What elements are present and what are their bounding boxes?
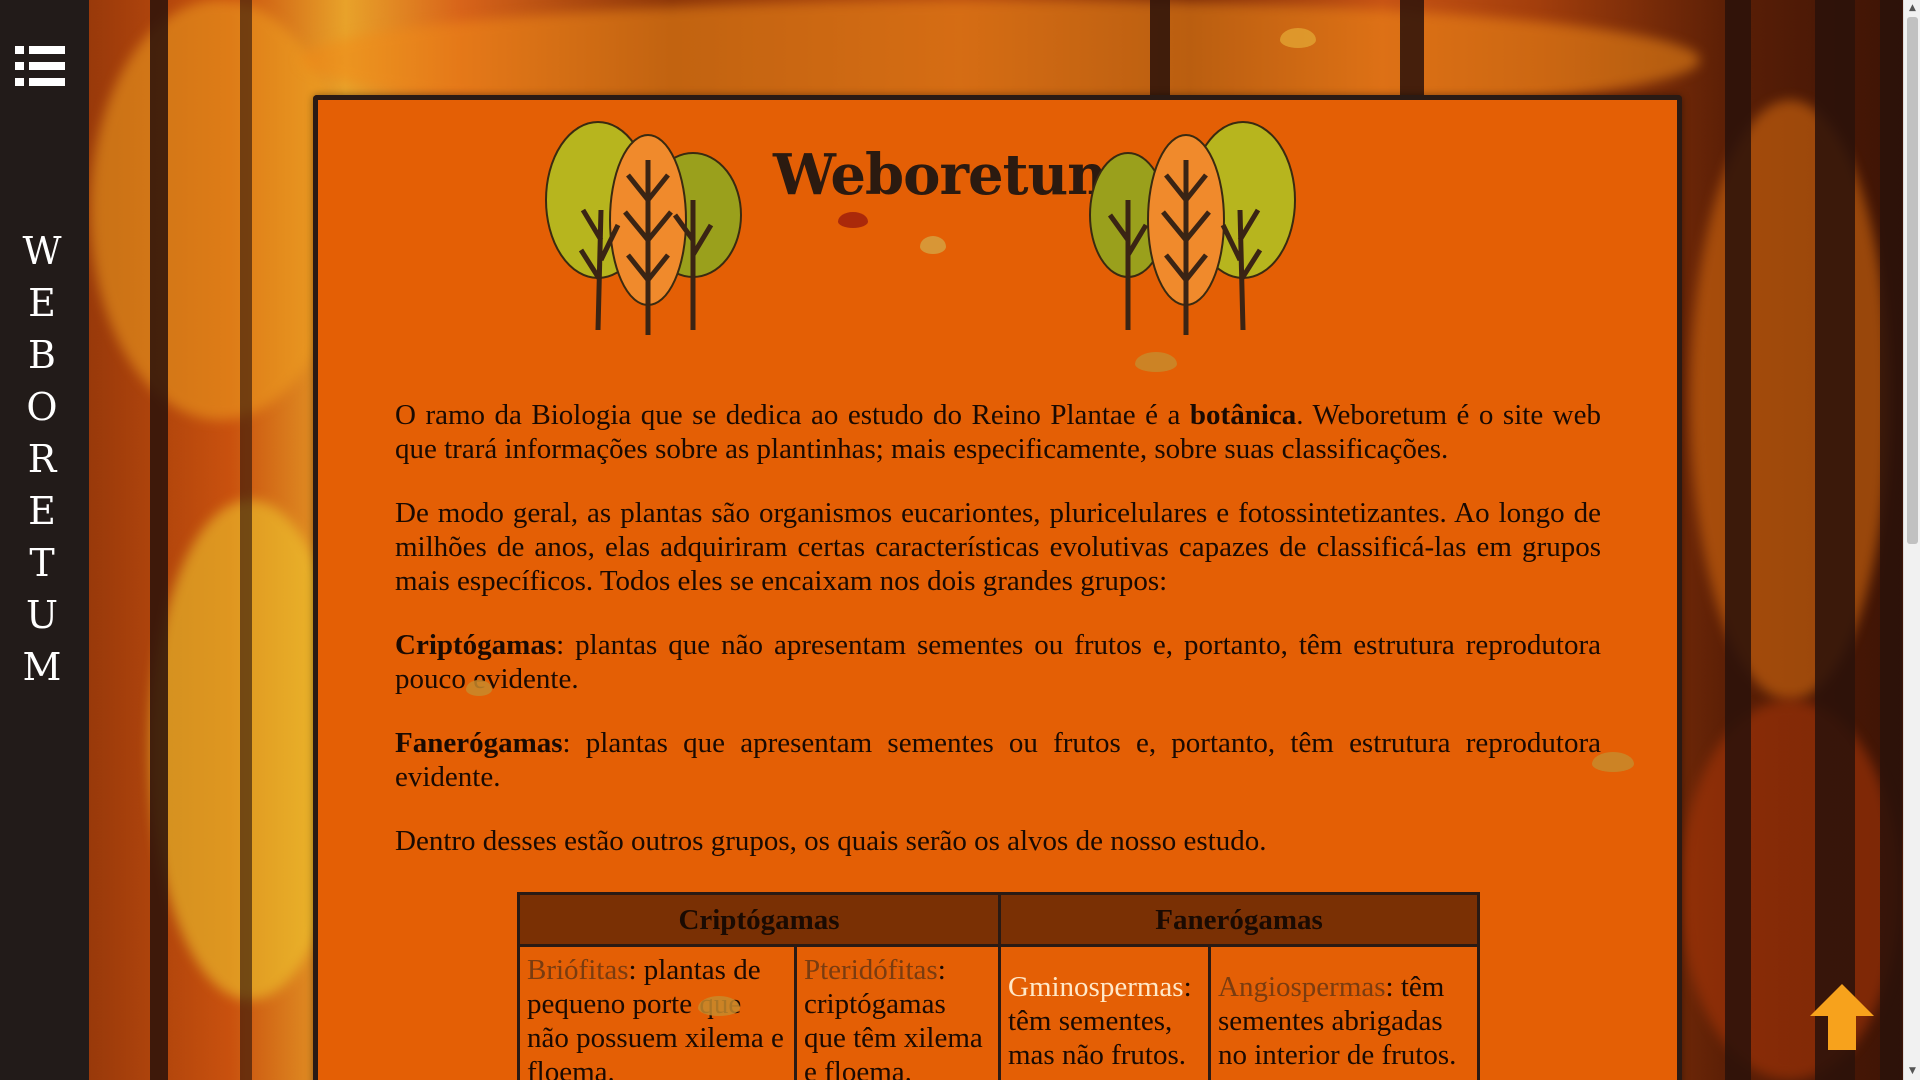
term-angiospermas[interactable]: Angiospermas — [1218, 971, 1386, 1003]
page-header: Weboretum — [318, 100, 1677, 360]
arrow-up-icon[interactable] — [1808, 982, 1876, 1052]
paragraph-general: De modo geral, as plantas são organismos… — [395, 497, 1601, 597]
falling-leaf-icon — [838, 212, 868, 228]
sidebar-site-title: W E B O R E T U M — [0, 225, 84, 693]
falling-leaf-icon — [466, 680, 492, 696]
paragraph-criptogamas: Criptógamas: plantas que não apresentam … — [395, 628, 1601, 696]
sidebar-title-letter: T — [29, 541, 55, 585]
content-card: Weboretum O ramo da Biologia que se dedi… — [313, 95, 1682, 1080]
sidebar-title-letter: B — [28, 333, 56, 377]
sidebar-title-letter: R — [27, 437, 57, 481]
table-cell-gminospermas: Gminospermas: têm sementes, mas não frut… — [998, 944, 1211, 1080]
paragraph-text: : plantas que apresentam sementes ou fru… — [395, 727, 1601, 793]
trees-logo-icon — [545, 121, 742, 335]
paragraph-fanerogamas: Fanerógamas: plantas que apresentam seme… — [395, 726, 1601, 794]
term-fanerogamas: Fanerógamas — [395, 727, 563, 759]
paragraph-text: : plantas que não apresentam sementes ou… — [395, 629, 1601, 695]
falling-leaf-icon — [1135, 352, 1177, 372]
site-title: Weboretum — [773, 142, 1126, 208]
sidebar-title-letter: E — [28, 281, 56, 325]
falling-leaf-icon — [1592, 752, 1634, 772]
table-header-criptogamas: Criptógamas — [517, 892, 1001, 947]
intro-text: O ramo da Biologia que se dedica ao estu… — [395, 398, 1601, 888]
table-row: Briófitas: plantas de pequeno porte que … — [517, 944, 1480, 1080]
page-scrollbar[interactable]: ▲ ▼ — [1903, 0, 1920, 1080]
sidebar: W E B O R E T U M — [0, 0, 89, 1080]
table-cell-angiospermas: Angiospermas: têm sementes abrigadas no … — [1208, 944, 1480, 1080]
trees-logo-icon — [1089, 121, 1296, 335]
scroll-up-icon[interactable]: ▲ — [1904, 0, 1920, 17]
paragraph-groups: Dentro desses estão outros grupos, os qu… — [395, 825, 1267, 857]
scrollbar-thumb[interactable] — [1907, 17, 1918, 544]
table-header-fanerogamas: Fanerógamas — [998, 892, 1480, 947]
groups-table: Criptógamas Fanerógamas Briófitas: plant… — [517, 892, 1480, 1080]
table-cell-pteridofitas: Pteridófitas: criptógamas que têm xilema… — [794, 944, 1001, 1080]
sidebar-title-letter: O — [26, 385, 58, 429]
term-gminospermas[interactable]: Gminospermas — [1008, 971, 1184, 1003]
falling-leaf-icon — [698, 996, 740, 1016]
table-cell-briofitas: Briófitas: plantas de pequeno porte que … — [517, 944, 797, 1080]
term-pteridofitas[interactable]: Pteridófitas — [804, 954, 938, 986]
scroll-down-icon[interactable]: ▼ — [1904, 1063, 1920, 1080]
term-criptogamas: Criptógamas — [395, 629, 557, 661]
sidebar-title-letter: E — [28, 489, 56, 533]
sidebar-title-letter: W — [22, 229, 62, 273]
falling-leaf-icon — [920, 236, 946, 254]
list-icon[interactable] — [15, 46, 65, 86]
term-briofitas[interactable]: Briófitas — [527, 954, 629, 986]
table-header-row: Criptógamas Fanerógamas — [517, 892, 1480, 947]
paragraph-text: O ramo da Biologia que se dedica ao estu… — [395, 399, 1190, 431]
falling-leaf-icon — [1280, 28, 1316, 48]
paragraph-intro: O ramo da Biologia que se dedica ao estu… — [395, 398, 1601, 466]
sidebar-title-letter: U — [25, 593, 59, 637]
highlight-botanica: botânica — [1189, 399, 1297, 431]
sidebar-title-letter: M — [22, 645, 62, 689]
